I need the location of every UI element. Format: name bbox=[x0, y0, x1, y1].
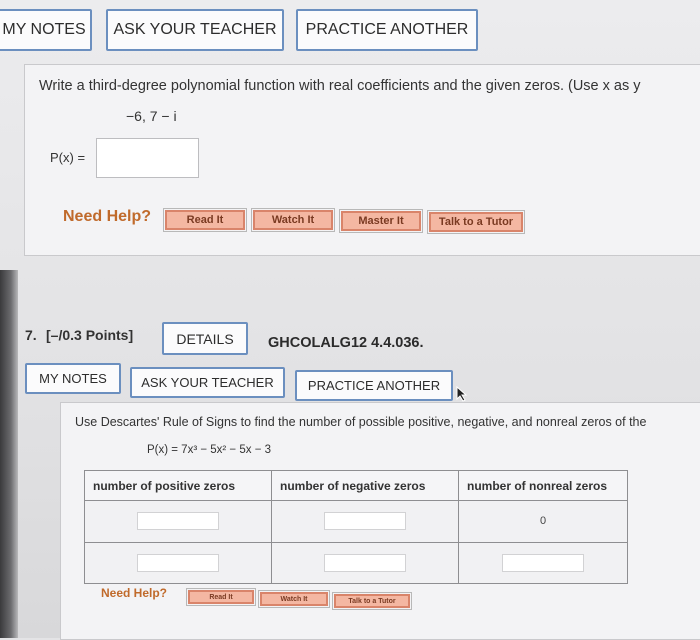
ask-your-teacher-button[interactable]: ASK YOUR TEACHER bbox=[106, 9, 284, 51]
edge-shadow bbox=[0, 270, 18, 638]
q7-ask-your-teacher-button[interactable]: ASK YOUR TEACHER bbox=[130, 367, 285, 398]
watch-it-button[interactable]: Watch It bbox=[251, 208, 335, 232]
table-row: 0 bbox=[84, 500, 628, 543]
negative-zeros-input[interactable] bbox=[324, 553, 406, 572]
read-it-button[interactable]: Read It bbox=[163, 208, 247, 232]
q7-talk-to-tutor-button[interactable]: Talk to a Tutor bbox=[332, 592, 412, 610]
need-help-label: Need Help? bbox=[63, 208, 152, 225]
master-it-button[interactable]: Master It bbox=[339, 209, 423, 233]
details-button[interactable]: DETAILS bbox=[162, 322, 248, 355]
question-number: 7. bbox=[25, 327, 37, 343]
mouse-cursor-icon bbox=[456, 386, 468, 402]
talk-to-tutor-button[interactable]: Talk to a Tutor bbox=[427, 210, 525, 234]
negative-zeros-input[interactable] bbox=[324, 512, 406, 531]
polynomial-answer-input[interactable] bbox=[96, 138, 199, 178]
q7-equation: P(x) = 7x³ − 5x² − 5x − 3 bbox=[147, 444, 271, 456]
question-prompt: Write a third-degree polynomial function… bbox=[39, 78, 641, 94]
nonreal-zeros-input[interactable] bbox=[502, 553, 584, 572]
practice-another-button[interactable]: PRACTICE ANOTHER bbox=[296, 9, 478, 51]
q7-practice-another-button[interactable]: PRACTICE ANOTHER bbox=[295, 370, 453, 401]
question-points: [–/0.3 Points] bbox=[46, 327, 134, 343]
q7-watch-it-button[interactable]: Watch It bbox=[258, 590, 330, 608]
question-code: GHCOLALG12 4.4.036. bbox=[268, 335, 424, 351]
q7-read-it-button[interactable]: Read It bbox=[186, 588, 256, 606]
positive-zeros-input[interactable] bbox=[137, 553, 219, 572]
zeros-table: number of positive zeros number of negat… bbox=[84, 470, 628, 584]
positive-zeros-input[interactable] bbox=[137, 512, 219, 531]
q7-need-help-label: Need Help? bbox=[101, 586, 168, 600]
given-zeros: −6, 7 − i bbox=[126, 108, 177, 124]
q7-my-notes-button[interactable]: MY NOTES bbox=[25, 363, 121, 394]
my-notes-button[interactable]: MY NOTES bbox=[0, 9, 92, 51]
table-header: number of nonreal zeros bbox=[458, 470, 628, 501]
table-header: number of positive zeros bbox=[84, 470, 272, 501]
table-header: number of negative zeros bbox=[271, 470, 459, 501]
q7-prompt: Use Descartes' Rule of Signs to find the… bbox=[75, 415, 647, 429]
nonreal-zeros-value: 0 bbox=[458, 500, 628, 543]
px-label: P(x) = bbox=[50, 150, 86, 165]
table-row bbox=[84, 541, 628, 584]
